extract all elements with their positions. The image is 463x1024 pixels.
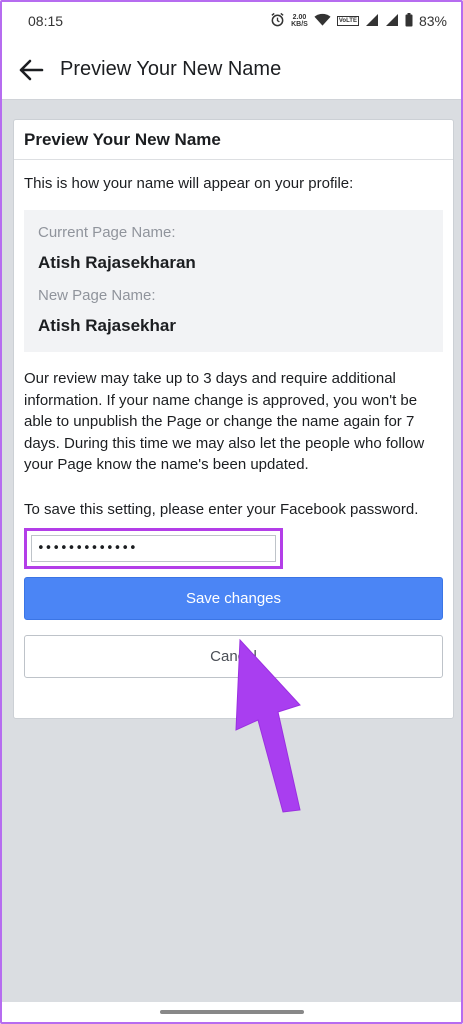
- network-speed-unit: KB/S: [291, 21, 308, 28]
- new-name-value: Atish Rajasekhar: [38, 316, 176, 335]
- password-input[interactable]: [31, 535, 276, 562]
- navigation-bar: [2, 1002, 461, 1022]
- back-button[interactable]: [2, 40, 60, 100]
- home-handle[interactable]: [159, 1010, 304, 1014]
- volte-badge: VoLTE: [336, 16, 359, 26]
- network-speed-value: 2.00: [292, 14, 307, 21]
- password-prompt: To save this setting, please enter your …: [24, 500, 419, 518]
- review-notice: Our review may take up to 3 days and req…: [24, 370, 425, 473]
- current-name-label: Current Page Name:: [38, 224, 176, 241]
- top-app-bar: Preview Your New Name: [2, 40, 461, 100]
- status-icons: 2.00 KB/S VoLTE 83%: [270, 12, 447, 30]
- status-time: 08:15: [28, 13, 64, 29]
- card-title: Preview Your New Name: [14, 120, 453, 160]
- save-changes-button[interactable]: Save changes: [24, 577, 443, 620]
- alarm-icon: [270, 12, 285, 30]
- new-name-label: New Page Name:: [38, 287, 156, 304]
- signal-icon-2: [385, 13, 399, 30]
- wifi-icon: [314, 13, 331, 30]
- names-preview-box: Current Page Name: Atish Rajasekharan Ne…: [24, 210, 443, 352]
- signal-icon-1: [365, 13, 379, 30]
- preview-card: Preview Your New Name This is how your n…: [13, 119, 454, 719]
- page-title: Preview Your New Name: [60, 58, 282, 80]
- cancel-button[interactable]: Cancel: [24, 635, 443, 678]
- network-speed: 2.00 KB/S: [291, 14, 308, 28]
- battery-percent: 83%: [418, 13, 447, 29]
- current-name-value: Atish Rajasekharan: [38, 253, 196, 272]
- status-bar: 08:15 2.00 KB/S VoLTE 83%: [2, 2, 461, 40]
- back-arrow-icon: [19, 59, 44, 80]
- intro-text: This is how your name will appear on you…: [24, 175, 354, 192]
- battery-icon: [405, 12, 413, 30]
- password-highlight: [24, 528, 283, 569]
- screen-frame: 08:15 2.00 KB/S VoLTE 83% Preview Your N…: [0, 0, 463, 1024]
